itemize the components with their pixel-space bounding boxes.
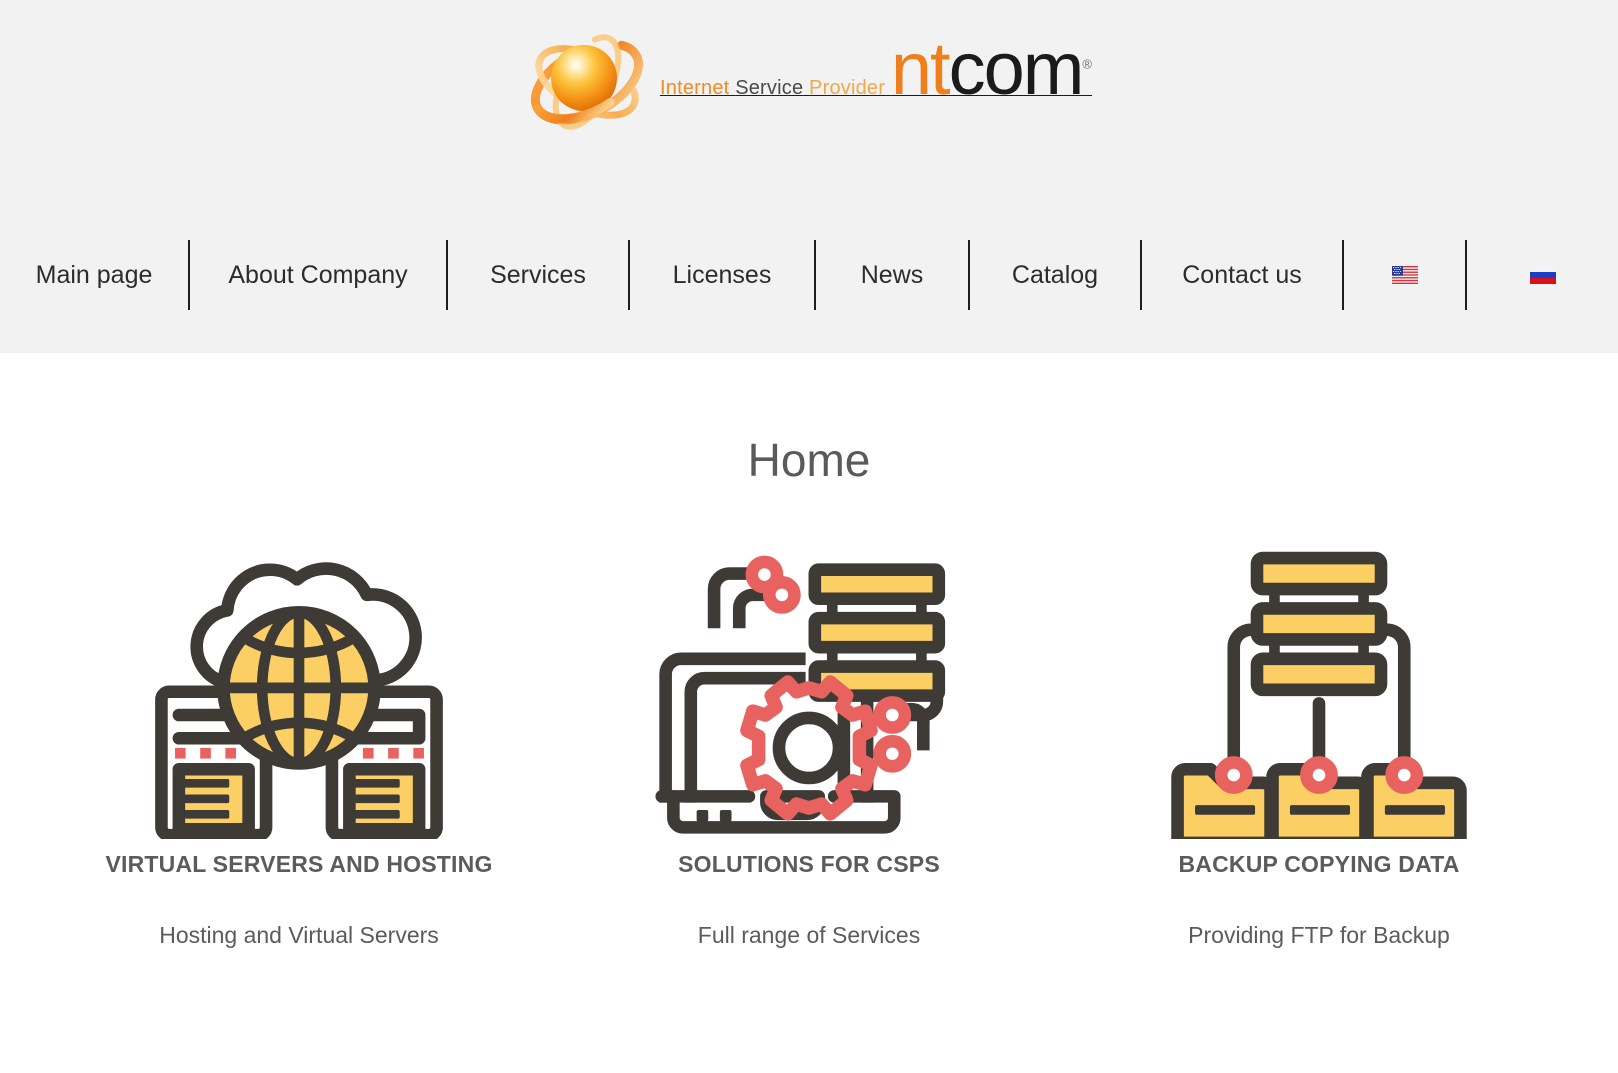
nav-label: Services [490,260,586,289]
feature-card-backup-copying[interactable]: BACKUP COPYING DATA Providing FTP for Ba… [1064,529,1574,949]
main-navigation: Main page About Company Services License… [0,240,1618,310]
logo-tagline: Internet Service Provider [660,77,891,99]
feature-card-description: Providing FTP for Backup [1188,922,1450,948]
nav-label: Main page [35,260,153,289]
nav-item-about-company[interactable]: About Company [188,240,446,310]
nav-item-contact-us[interactable]: Contact us [1140,240,1342,310]
nav-label: News [860,260,924,289]
site-header: Internet Service Provider ntcom® Main pa… [0,0,1618,353]
nav-label: Catalog [1011,260,1099,289]
feature-card-description: Hosting and Virtual Servers [159,922,439,948]
flag-usa-icon [1391,266,1418,284]
server-folders-network-icon [1084,529,1554,839]
logo-wordmark-com: com [948,27,1085,110]
main-content: Home VIRTUAL SERVERS AND HOSTING Hosting… [0,353,1618,949]
language-switch-russian[interactable] [1465,240,1618,310]
page-title: Home [747,434,871,486]
feature-card-title: SOLUTIONS FOR CSPS [678,851,940,877]
logo-tagline-word-3: Provider [809,77,886,99]
logo-text: Internet Service Provider ntcom® [654,18,1092,106]
logo-area: Internet Service Provider ntcom® [0,0,1618,218]
feature-cards: VIRTUAL SERVERS AND HOSTING Hosting and … [0,529,1618,949]
nav-item-services[interactable]: Services [446,240,628,310]
feature-card-description: Full range of Services [697,922,921,948]
logo-wordmark-nt: nt [890,27,951,110]
nav-item-licenses[interactable]: Licenses [628,240,814,310]
feature-card-solutions-csps[interactable]: SOLUTIONS FOR CSPS Full range of Service… [554,529,1064,949]
site-logo[interactable]: Internet Service Provider ntcom® [526,18,1092,146]
nav-item-catalog[interactable]: Catalog [968,240,1140,310]
logo-wordmark: ntcom® [891,27,1092,110]
nav-item-news[interactable]: News [814,240,968,310]
nav-label: About Company [228,260,408,289]
language-switch-english[interactable] [1342,240,1465,310]
feature-card-title: BACKUP COPYING DATA [1178,851,1460,877]
laptop-gear-server-icon [574,529,1044,839]
feature-card-title: VIRTUAL SERVERS AND HOSTING [105,851,493,877]
nav-label: Licenses [672,260,772,289]
cloud-globe-servers-icon [64,529,534,839]
registered-trademark-icon: ® [1082,56,1093,72]
logo-tagline-word-2: Service [735,77,804,99]
logo-tagline-word-1: Internet [659,77,730,99]
feature-card-virtual-servers[interactable]: VIRTUAL SERVERS AND HOSTING Hosting and … [44,529,554,949]
nav-label: Contact us [1182,260,1302,289]
flag-russia-icon [1529,266,1556,284]
orbit-sphere-icon [526,18,648,146]
nav-item-main-page[interactable]: Main page [0,240,188,310]
